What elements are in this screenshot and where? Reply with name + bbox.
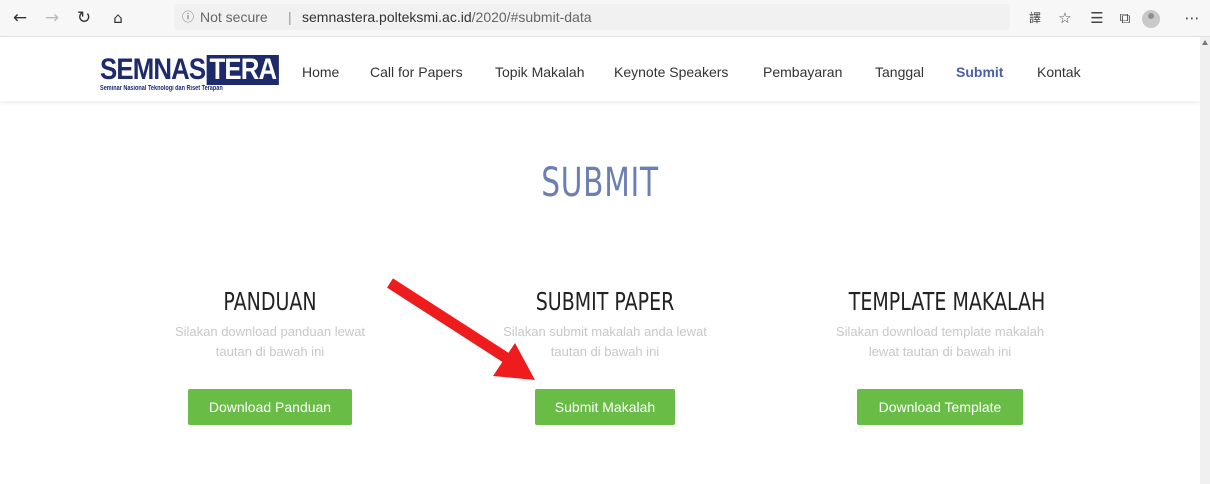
forward-icon[interactable]: → [40,6,64,30]
refresh-icon[interactable]: ↻ [72,6,96,30]
menu-pembayaran[interactable]: Pembayaran [763,64,842,80]
page-title: SUBMIT [541,160,659,206]
menu-topik-makalah[interactable]: Topik Makalah [495,64,585,80]
page-scrollbar[interactable] [1200,37,1210,484]
address-separator: | [288,9,292,25]
profile-avatar[interactable] [1142,10,1160,28]
menu-call-for-papers[interactable]: Call for Papers [370,64,463,80]
panduan-title: PANDUAN [223,287,317,316]
info-icon[interactable]: ⓘ [182,4,194,30]
download-panduan-button[interactable]: Download Panduan [188,389,352,425]
favorite-star-icon[interactable]: ☆ [1053,6,1077,30]
address-bar[interactable]: ⓘ Not secure | semnastera.polteksmi.ac.i… [174,4,1010,30]
security-status[interactable]: Not secure [200,4,268,30]
panduan-desc-line1: Silakan download panduan lewat [174,324,366,339]
url-domain: semnastera.polteksmi.ac.id [302,9,472,25]
logo-text-semnas: SEMNAS [100,53,206,86]
panduan-desc-line2: tautan di bawah ini [215,344,325,359]
logo-tagline: Seminar Nasional Teknologi dan Riset Ter… [100,85,223,92]
back-icon[interactable]: ← [8,6,32,30]
menu-kontak[interactable]: Kontak [1037,64,1081,80]
template-desc-line2: lewat tautan di bawah ini [868,344,1012,359]
url-path: /2020/#submit-data [471,9,592,25]
menu-home[interactable]: Home [302,64,339,80]
arrow-shaft [387,278,511,364]
red-arrow-annotation [387,278,535,380]
template-desc-line1: Silakan download template makalah [835,324,1045,339]
template-makalah-title: TEMPLATE MAKALAH [848,287,1046,316]
submit-makalah-button[interactable]: Submit Makalah [535,389,675,425]
menu-submit[interactable]: Submit [956,64,1003,80]
site-logo[interactable]: SEMNAS TERA Seminar Nasional Teknologi da… [100,55,282,95]
logo-wordmark: SEMNAS TERA [100,53,279,86]
scroll-up-arrow-icon[interactable] [1202,40,1208,45]
collections-icon[interactable]: ⧉ [1113,6,1137,30]
menu-tanggal[interactable]: Tanggal [875,64,924,80]
url-text[interactable]: semnastera.polteksmi.ac.id/2020/#submit-… [302,4,592,30]
logo-text-tera: TERA [206,55,279,85]
menu-keynote-speakers[interactable]: Keynote Speakers [614,64,728,80]
panduan-description: Silakan download panduan lewat tautan di… [150,322,390,362]
browser-toolbar: ← → ↻ ⌂ ⓘ Not secure | semnastera.poltek… [0,0,1210,37]
more-icon[interactable]: ⋯ [1180,6,1204,30]
download-template-button[interactable]: Download Template [857,389,1023,425]
translate-icon[interactable]: 譯 [1023,6,1047,30]
home-icon[interactable]: ⌂ [106,6,130,30]
site-navbar: SEMNAS TERA Seminar Nasional Teknologi da… [0,37,1200,101]
template-makalah-description: Silakan download template makalah lewat … [820,322,1060,362]
favorites-list-icon[interactable]: ☰ [1085,6,1109,30]
